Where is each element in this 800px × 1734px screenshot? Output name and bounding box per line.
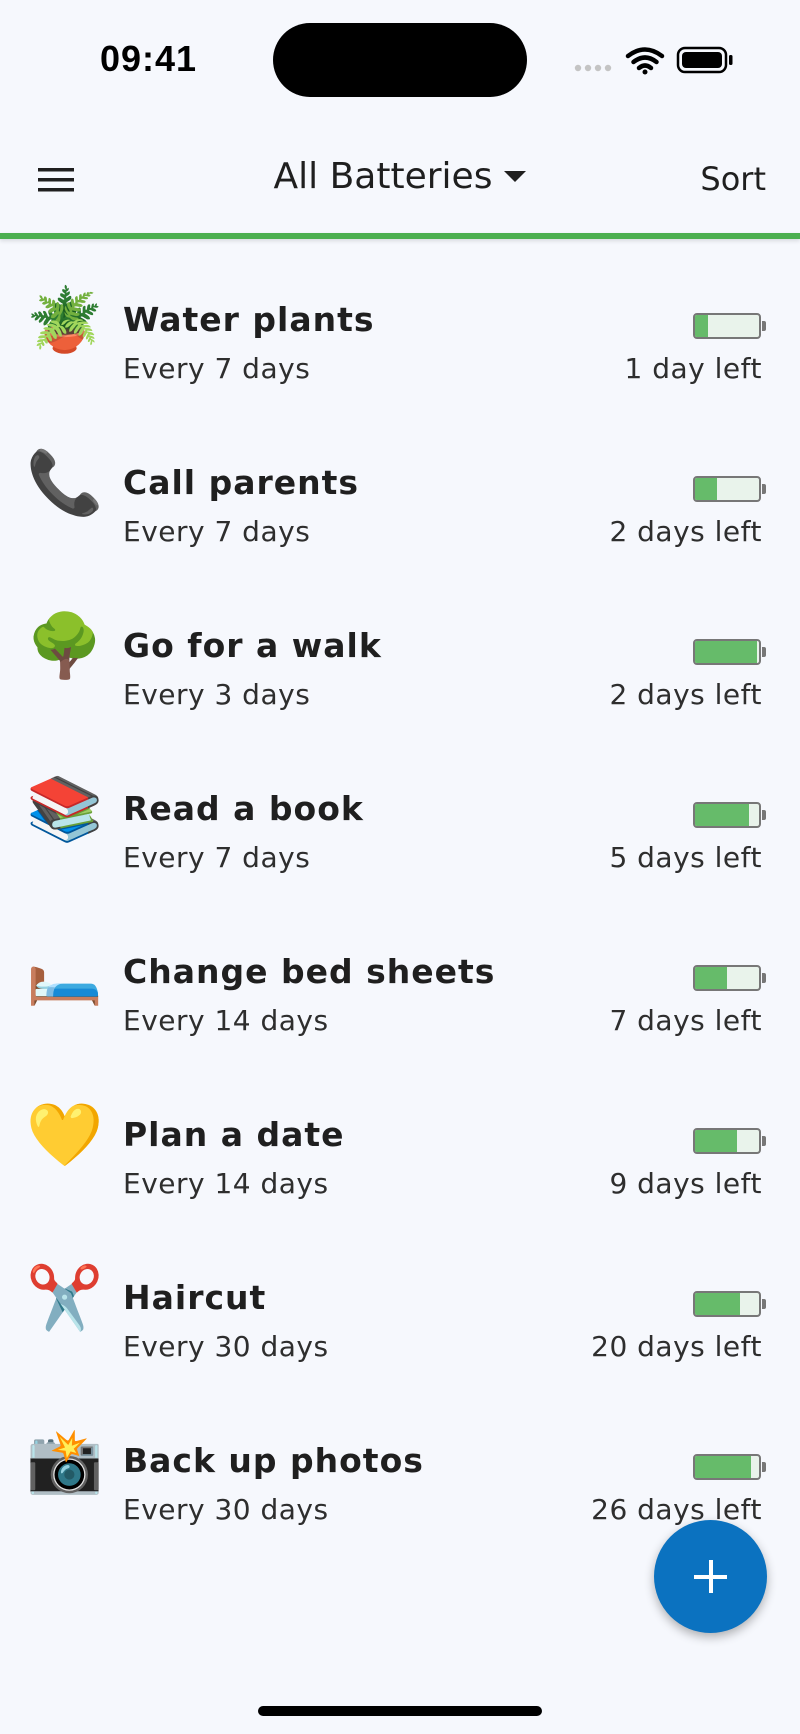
battery-frequency: Every 14 days bbox=[123, 1004, 329, 1037]
battery-remaining: 5 days left bbox=[609, 841, 762, 874]
battery-name: Change bed sheets bbox=[123, 952, 496, 991]
battery-remaining: 7 days left bbox=[609, 1004, 762, 1037]
books-icon: 📚 bbox=[26, 772, 104, 845]
add-battery-button[interactable] bbox=[654, 1520, 767, 1633]
battery-level-icon bbox=[693, 1291, 766, 1317]
battery-remaining: 20 days left bbox=[591, 1330, 762, 1363]
battery-remaining: 2 days left bbox=[609, 515, 762, 548]
battery-frequency: Every 30 days bbox=[123, 1330, 329, 1363]
battery-frequency: Every 14 days bbox=[123, 1167, 329, 1200]
telephone-icon: 📞 bbox=[26, 446, 104, 519]
app-bar-accent-line bbox=[0, 233, 800, 239]
battery-level-icon bbox=[693, 639, 766, 665]
battery-name: Read a book bbox=[123, 789, 364, 828]
battery-remaining: 26 days left bbox=[591, 1493, 762, 1526]
battery-level-icon bbox=[693, 476, 766, 502]
battery-row-water-plants[interactable]: 🪴 Water plants Every 7 days 1 day left bbox=[0, 240, 800, 403]
battery-row-change-bed-sheets[interactable]: 🛏️ Change bed sheets Every 14 days 7 day… bbox=[0, 892, 800, 1055]
home-indicator[interactable] bbox=[258, 1706, 542, 1716]
battery-level-icon bbox=[693, 802, 766, 828]
potted-plant-icon: 🪴 bbox=[26, 283, 104, 356]
battery-frequency: Every 7 days bbox=[123, 841, 311, 874]
plus-icon-vertical bbox=[709, 1560, 713, 1593]
battery-row-call-parents[interactable]: 📞 Call parents Every 7 days 2 days left bbox=[0, 403, 800, 566]
battery-row-go-for-a-walk[interactable]: 🌳 Go for a walk Every 3 days 2 days left bbox=[0, 566, 800, 729]
battery-level-icon bbox=[693, 965, 766, 991]
app-bar: All Batteries Sort bbox=[0, 118, 800, 234]
battery-level-icon bbox=[693, 1454, 766, 1480]
battery-name: Haircut bbox=[123, 1278, 267, 1317]
status-icons bbox=[572, 42, 742, 78]
battery-status-icon bbox=[676, 46, 733, 74]
battery-level-icon bbox=[693, 313, 766, 339]
sort-button[interactable]: Sort bbox=[700, 160, 766, 198]
scissors-icon: ✂️ bbox=[26, 1261, 104, 1334]
page-title: All Batteries bbox=[273, 156, 493, 197]
cellular-signal-icon bbox=[574, 64, 612, 72]
battery-remaining: 1 day left bbox=[624, 352, 762, 385]
battery-row-plan-a-date[interactable]: 💛 Plan a date Every 14 days 9 days left bbox=[0, 1055, 800, 1218]
bed-icon: 🛏️ bbox=[26, 935, 104, 1008]
battery-name: Go for a walk bbox=[123, 626, 382, 665]
status-bar: 09:41 bbox=[0, 0, 800, 118]
battery-row-read-a-book[interactable]: 📚 Read a book Every 7 days 5 days left bbox=[0, 729, 800, 892]
battery-name: Plan a date bbox=[123, 1115, 345, 1154]
dynamic-island bbox=[273, 23, 527, 97]
caret-down-icon bbox=[504, 171, 527, 182]
battery-row-back-up-photos[interactable]: 📸 Back up photos Every 30 days 26 days l… bbox=[0, 1381, 800, 1544]
battery-name: Call parents bbox=[123, 463, 360, 502]
battery-frequency: Every 7 days bbox=[123, 352, 311, 385]
battery-frequency: Every 30 days bbox=[123, 1493, 329, 1526]
battery-remaining: 2 days left bbox=[609, 678, 762, 711]
battery-frequency: Every 7 days bbox=[123, 515, 311, 548]
tree-icon: 🌳 bbox=[26, 609, 104, 682]
yellow-heart-icon: 💛 bbox=[26, 1098, 104, 1171]
status-time: 09:41 bbox=[100, 38, 198, 79]
wifi-icon bbox=[625, 47, 665, 75]
battery-name: Back up photos bbox=[123, 1441, 424, 1480]
battery-level-icon bbox=[693, 1128, 766, 1154]
camera-flash-icon: 📸 bbox=[26, 1424, 104, 1497]
battery-filter-dropdown[interactable]: All Batteries bbox=[0, 156, 800, 197]
battery-row-haircut[interactable]: ✂️ Haircut Every 30 days 20 days left bbox=[0, 1218, 800, 1381]
battery-name: Water plants bbox=[123, 300, 375, 339]
battery-remaining: 9 days left bbox=[609, 1167, 762, 1200]
battery-frequency: Every 3 days bbox=[123, 678, 311, 711]
battery-list: 🪴 Water plants Every 7 days 1 day left 📞… bbox=[0, 240, 800, 1544]
